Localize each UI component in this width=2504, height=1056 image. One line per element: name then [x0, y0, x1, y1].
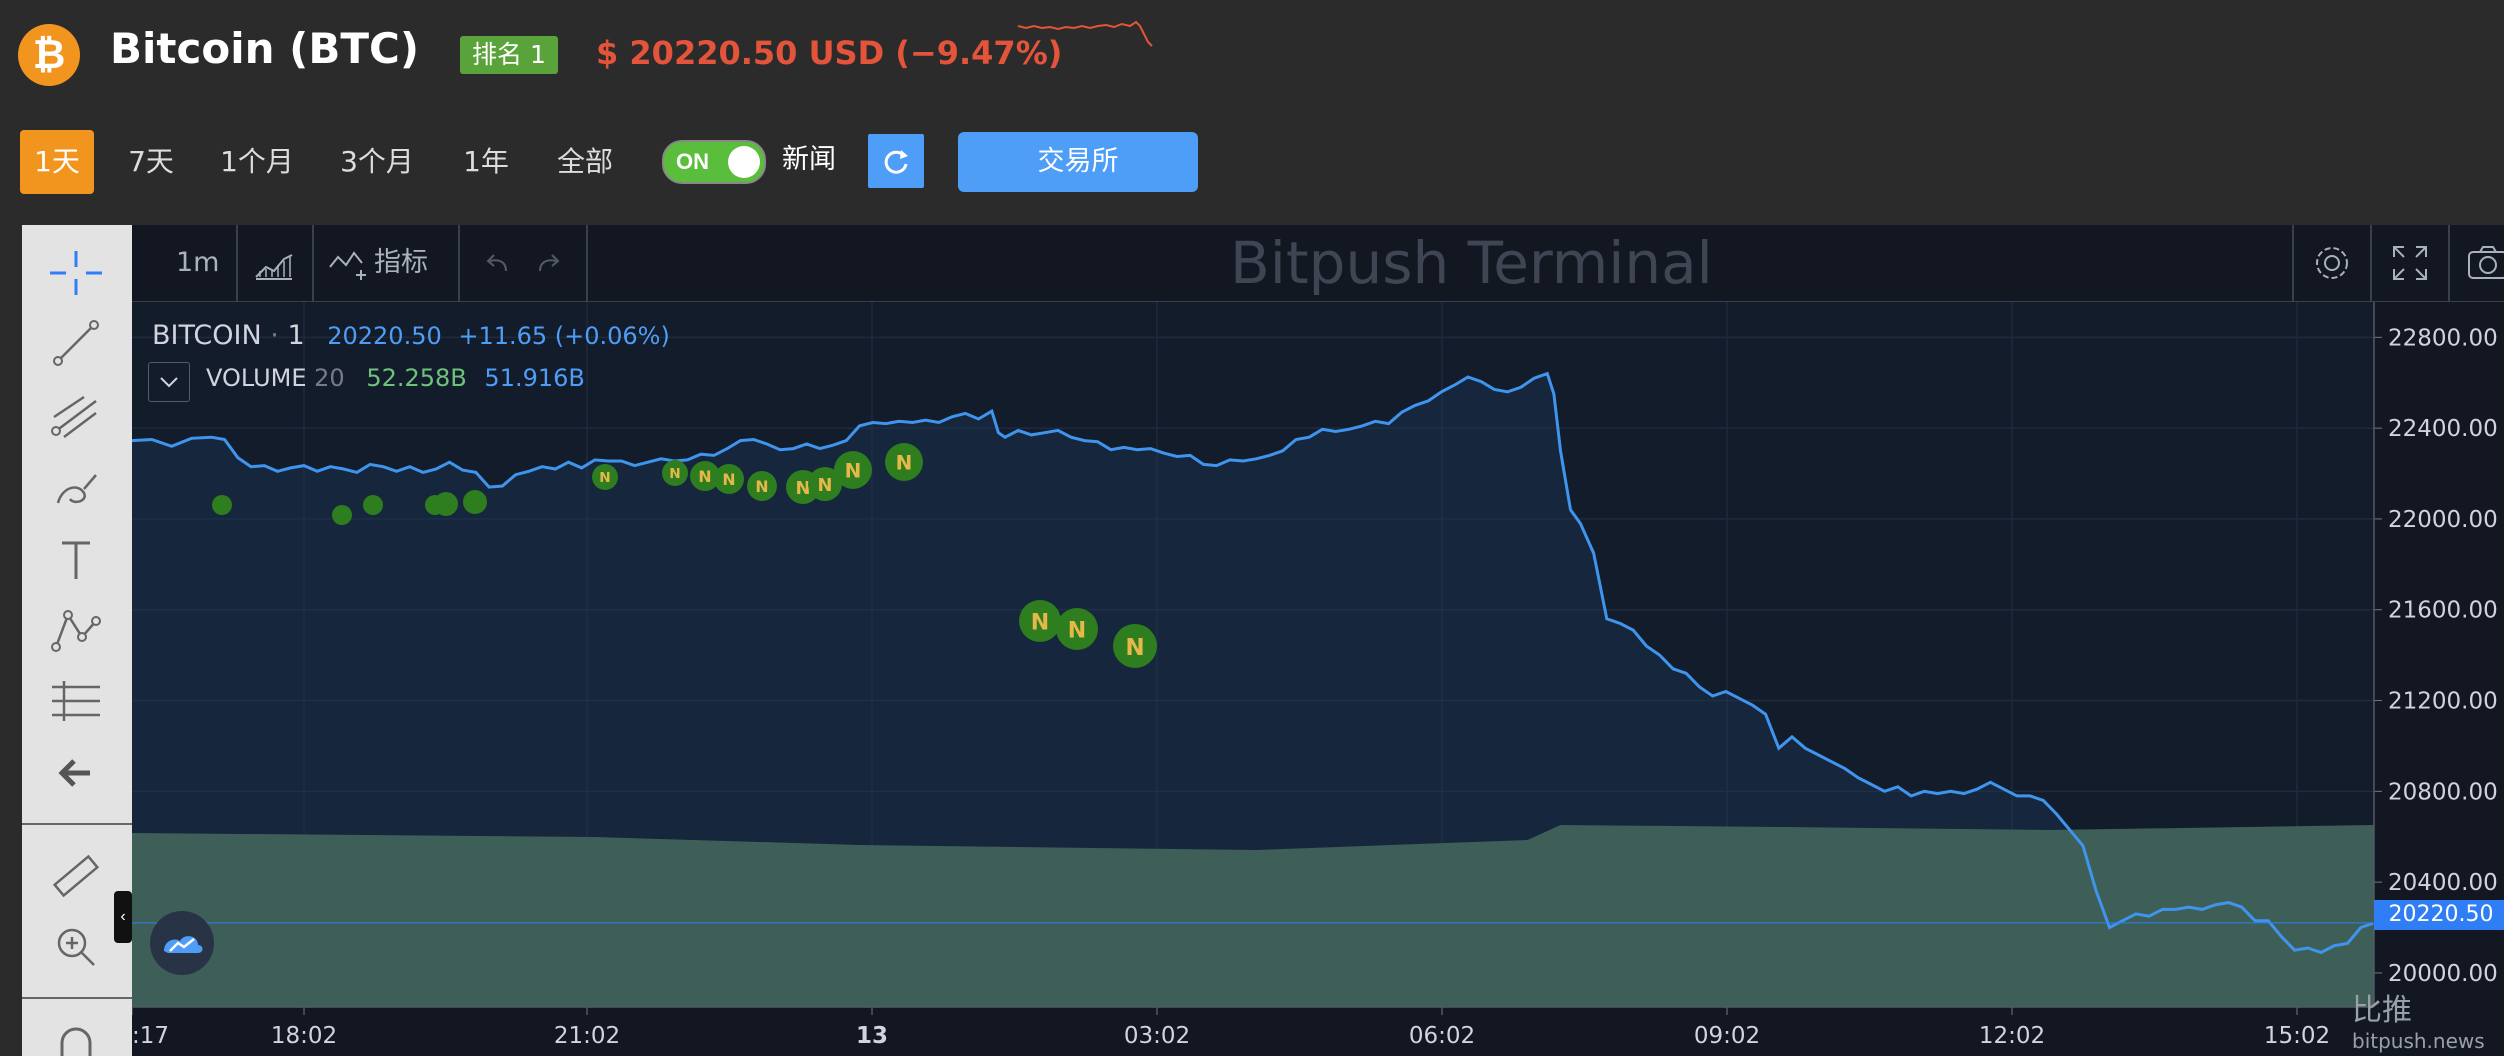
y-tick-label: 21600.00 [2388, 598, 2498, 624]
volume-legend: VOLUME 20 52.258B 51.916B [206, 364, 585, 392]
y-tick-label: 22000.00 [2388, 507, 2498, 533]
legend-change: +11.65 (+0.06%) [458, 322, 670, 350]
y-tick-label: 20000.00 [2388, 961, 2498, 987]
chart-terminal: 22800.00 22400.00 22000.00 21600.00 21200.00… [22, 225, 2504, 1056]
brand-cn: 比推 [2352, 993, 2412, 1028]
range-tab-1m[interactable]: 1个月 [212, 130, 302, 194]
news-marker-label: N [796, 478, 811, 499]
news-marker-label: N [599, 470, 610, 486]
news-marker-label: N [1125, 635, 1144, 661]
x-tick-label: :17 [132, 1023, 169, 1049]
news-marker-label: N [896, 451, 913, 475]
camera-icon[interactable] [2466, 243, 2504, 283]
y-tick-label: 20800.00 [2388, 779, 2498, 805]
text-icon[interactable] [44, 531, 108, 587]
toolbar-divider [22, 823, 132, 825]
legend-interval: 1 [287, 320, 305, 351]
news-marker[interactable] [463, 490, 487, 514]
bitcoin-logo-icon: ₿ [18, 24, 80, 86]
coin-title: Bitcoin (BTC) [110, 24, 420, 73]
zoom-in-icon[interactable] [44, 917, 108, 973]
range-tab-3m[interactable]: 3个月 [332, 130, 422, 194]
volume-value-b: 51.916B [484, 364, 585, 392]
exchange-button[interactable]: 交易所 [958, 132, 1198, 192]
trend-line-icon[interactable] [44, 315, 108, 371]
terminal-watermark: Bitpush Terminal [1230, 229, 1713, 297]
x-tick-label: 21:02 [554, 1023, 620, 1049]
measure-levels-icon[interactable] [44, 673, 108, 729]
x-tick-label: 06:02 [1409, 1023, 1475, 1049]
toggle-state-label: ON [676, 149, 709, 174]
crosshair-icon[interactable] [44, 245, 108, 301]
x-tick-label: 13 [856, 1023, 888, 1049]
news-marker[interactable] [363, 495, 383, 515]
news-marker-label: N [755, 477, 768, 496]
y-tick-label: 20400.00 [2388, 870, 2498, 896]
news-marker-label: N [818, 475, 833, 496]
indicators-icon[interactable] [328, 245, 368, 285]
x-tick-label: 15:02 [2264, 1023, 2330, 1049]
news-label: 新闻 [782, 144, 836, 175]
news-toggle[interactable]: ON [662, 140, 766, 184]
volume-length: 20 [314, 364, 345, 392]
last-price-tag: 20220.50 [2374, 900, 2504, 930]
news-marker-label: N [722, 470, 735, 489]
news-marker[interactable] [332, 505, 352, 525]
volume-label: VOLUME [206, 364, 307, 392]
brush-icon[interactable] [44, 459, 108, 515]
y-tick-label: 22400.00 [2388, 416, 2498, 442]
ruler-icon[interactable] [44, 847, 108, 903]
x-tick-label: 09:02 [1694, 1023, 1760, 1049]
x-tick-label: 18:02 [271, 1023, 337, 1049]
y-tick-label: 22800.00 [2388, 325, 2498, 351]
volume-area [132, 825, 2374, 1007]
news-marker-label: N [698, 467, 711, 486]
rank-badge: 排名 1 [460, 36, 558, 74]
magnet-icon[interactable] [44, 1015, 108, 1056]
chart-top-toolbar: 1m 指标 Bitpush Terminal [132, 225, 2504, 302]
legend-last: 20220.50 [327, 322, 442, 350]
range-tab-7d[interactable]: 7天 [118, 130, 184, 194]
y-tick-label: 21200.00 [2388, 689, 2498, 715]
arrow-left-icon[interactable] [44, 745, 108, 801]
tradingview-logo-icon[interactable] [150, 911, 214, 975]
news-marker-label: N [1031, 610, 1049, 635]
toggle-knob [728, 146, 760, 178]
bitpush-watermark: 比推 bitpush.news [2352, 985, 2485, 1053]
fullscreen-icon[interactable] [2390, 243, 2430, 283]
legend-symbol: BITCOIN [152, 320, 262, 351]
news-marker[interactable] [212, 495, 232, 515]
coin-header: ₿ Bitcoin (BTC) 排名 1 $ 20220.50 USD (−9.… [0, 0, 2504, 225]
sparkline-chart [1017, 20, 1153, 47]
indicators-label[interactable]: 指标 [374, 225, 428, 301]
interval-selector[interactable]: 1m [176, 225, 219, 301]
news-marker-label: N [845, 459, 862, 483]
redo-icon[interactable] [534, 249, 564, 279]
undo-icon[interactable] [482, 249, 512, 279]
refresh-icon [884, 150, 908, 174]
settings-gear-icon[interactable] [2310, 241, 2354, 285]
legend-collapse-button[interactable] [148, 362, 190, 402]
symbol-legend: BITCOIN · 1 20220.50 +11.65 (+0.06%) [152, 320, 670, 351]
chart-style-icon[interactable] [252, 243, 296, 283]
range-tab-1d[interactable]: 1天 [20, 130, 94, 194]
pattern-icon[interactable] [44, 601, 108, 657]
news-marker[interactable] [434, 492, 458, 516]
news-marker-label: N [1068, 618, 1086, 643]
toolbar-collapse-handle[interactable]: ‹ [114, 891, 132, 943]
news-marker-label: N [669, 466, 680, 482]
range-tab-1y[interactable]: 1年 [456, 130, 516, 194]
volume-value-a: 52.258B [366, 364, 467, 392]
refresh-button[interactable] [868, 134, 924, 188]
pitchfork-icon[interactable] [44, 387, 108, 443]
chevron-down-icon [160, 377, 178, 388]
x-tick-label: 03:02 [1124, 1023, 1190, 1049]
brand-domain: bitpush.news [2352, 1029, 2485, 1053]
price-display: $ 20220.50 USD (−9.47%) [596, 34, 1063, 72]
toolbar-divider [22, 997, 132, 999]
range-tab-all[interactable]: 全部 [548, 130, 622, 194]
x-tick-label: 12:02 [1979, 1023, 2045, 1049]
